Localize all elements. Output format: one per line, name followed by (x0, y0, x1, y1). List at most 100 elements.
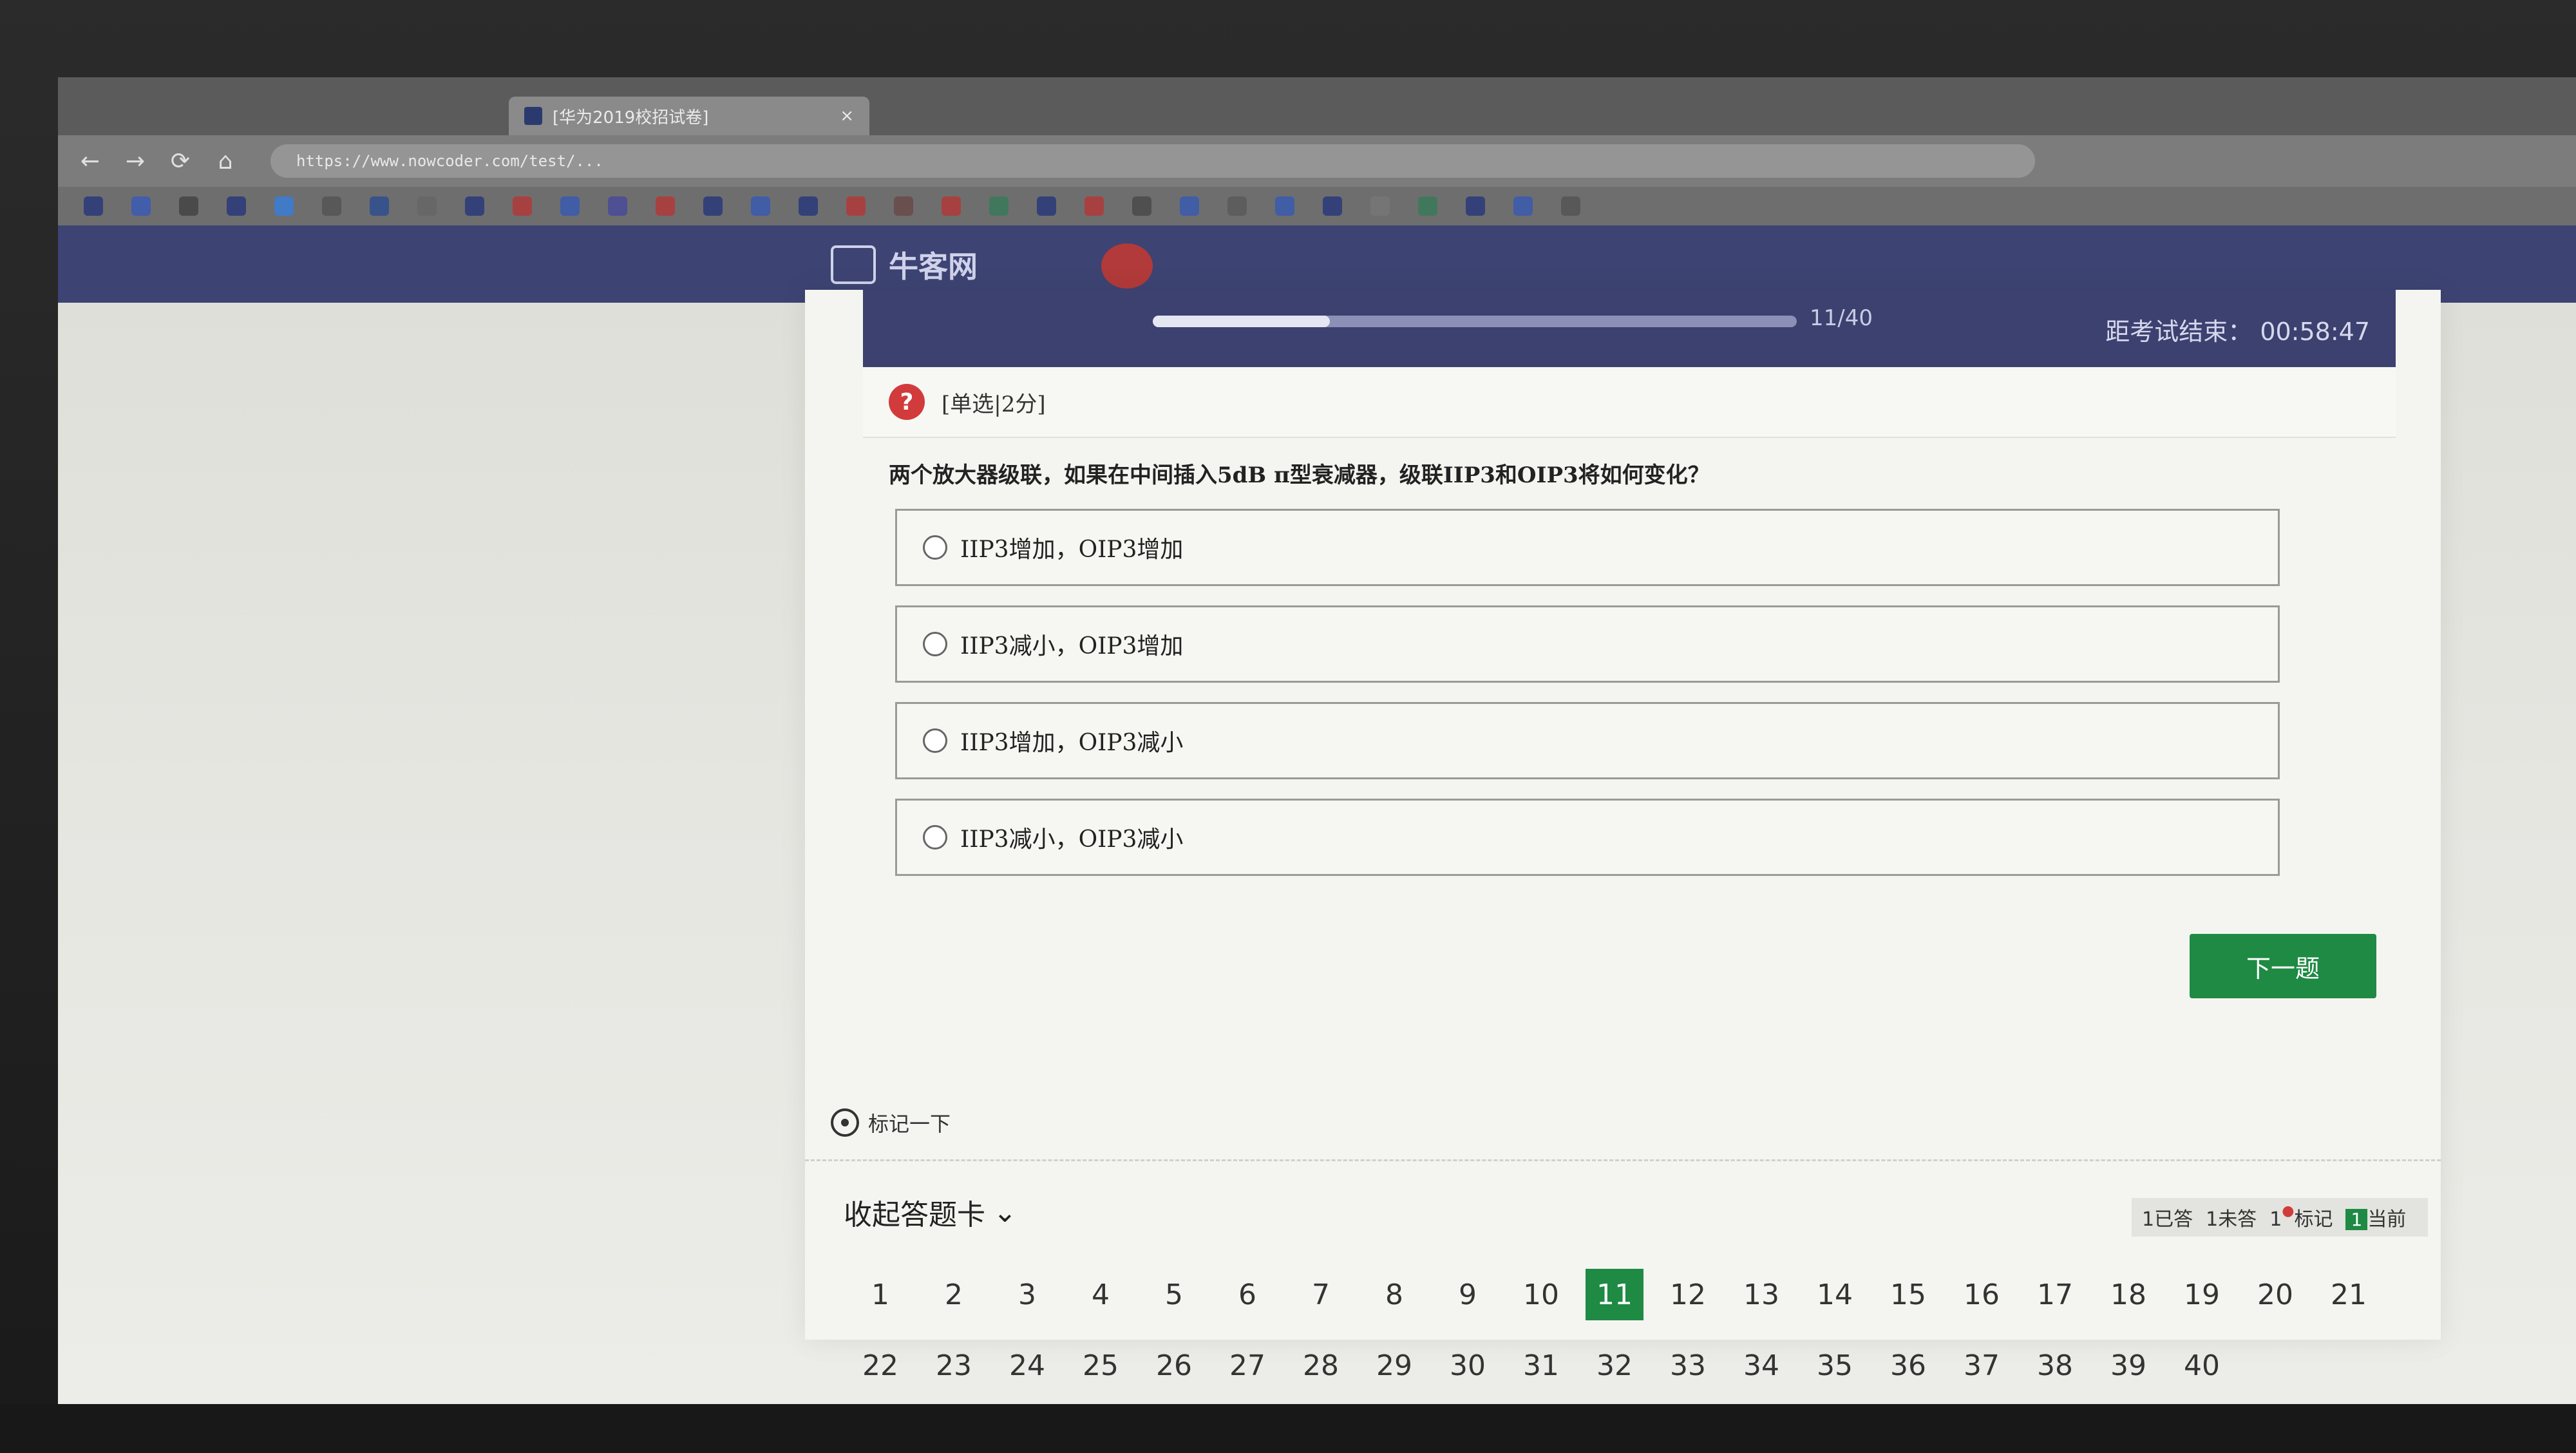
bookmark-icon[interactable] (179, 196, 198, 216)
bookmark-icon[interactable] (1084, 196, 1104, 216)
question-number-8[interactable]: 8 (1358, 1269, 1431, 1320)
bookmark-icon[interactable] (703, 196, 723, 216)
radio-button[interactable] (923, 535, 947, 560)
browser-tab[interactable]: [华为2019校招试卷] × (509, 97, 869, 135)
legend-marked: 1●标记 (2269, 1203, 2333, 1231)
question-number-6[interactable]: 6 (1211, 1269, 1284, 1320)
question-number-31[interactable]: 31 (1504, 1340, 1578, 1391)
bookmark-icon[interactable] (656, 196, 675, 216)
bookmark-icon[interactable] (1227, 196, 1247, 216)
timer-value: 00:58:47 (2260, 318, 2370, 346)
bookmark-icon[interactable] (608, 196, 627, 216)
option-d[interactable]: IIP3减小，OIP3减小 (895, 799, 2280, 876)
question-number-34[interactable]: 34 (1725, 1340, 1798, 1391)
bookmark-icon[interactable] (1466, 196, 1485, 216)
back-icon[interactable]: ← (77, 148, 103, 175)
bookmark-icon[interactable] (846, 196, 866, 216)
question-number-37[interactable]: 37 (1945, 1340, 2018, 1391)
question-number-12[interactable]: 12 (1651, 1269, 1725, 1320)
bookmark-icon[interactable] (322, 196, 341, 216)
question-number-3[interactable]: 3 (990, 1269, 1064, 1320)
bookmark-icon[interactable] (751, 196, 770, 216)
bookmark-icon[interactable] (560, 196, 580, 216)
url-field[interactable]: https://www.nowcoder.com/test/... (270, 144, 2035, 178)
question-number-32[interactable]: 32 (1578, 1340, 1651, 1391)
bookmark-icon[interactable] (84, 196, 103, 216)
reload-icon[interactable]: ⟳ (167, 148, 193, 175)
bookmark-icon[interactable] (513, 196, 532, 216)
bookmark-icon[interactable] (131, 196, 151, 216)
question-number-17[interactable]: 17 (2018, 1269, 2092, 1320)
option-c[interactable]: IIP3增加，OIP3减小 (895, 702, 2280, 779)
bookmark-icon[interactable] (1370, 196, 1390, 216)
bookmark-icon[interactable] (1418, 196, 1437, 216)
question-number-7[interactable]: 7 (1284, 1269, 1358, 1320)
question-number-40[interactable]: 40 (2165, 1340, 2239, 1391)
option-b[interactable]: IIP3减小，OIP3增加 (895, 605, 2280, 683)
option-a[interactable]: IIP3增加，OIP3增加 (895, 509, 2280, 586)
question-number-9[interactable]: 9 (1431, 1269, 1504, 1320)
logo-text: 牛客网 (889, 249, 978, 284)
bookmark-icon[interactable] (799, 196, 818, 216)
question-number-29[interactable]: 29 (1358, 1340, 1431, 1391)
bookmark-icon[interactable] (465, 196, 484, 216)
next-question-button[interactable]: 下一题 (2190, 934, 2376, 998)
question-number-22[interactable]: 22 (844, 1340, 917, 1391)
site-logo[interactable]: 牛客网 (831, 243, 978, 286)
radio-button[interactable] (923, 825, 947, 850)
option-label: IIP3增加，OIP3增加 (960, 537, 1184, 563)
question-number-26[interactable]: 26 (1137, 1340, 1211, 1391)
question-number-23[interactable]: 23 (917, 1340, 990, 1391)
close-tab-icon[interactable]: × (840, 106, 854, 126)
bookmark-icon[interactable] (1513, 196, 1533, 216)
question-number-27[interactable]: 27 (1211, 1340, 1284, 1391)
bookmark-icon[interactable] (370, 196, 389, 216)
bookmark-icon[interactable] (417, 196, 437, 216)
monitor-bezel: [华为2019校招试卷] × ← → ⟳ ⌂ https://www.nowco… (0, 0, 2576, 1453)
question-number-39[interactable]: 39 (2092, 1340, 2165, 1391)
bookmark-icon[interactable] (1275, 196, 1294, 216)
question-number-18[interactable]: 18 (2092, 1269, 2165, 1320)
bookmark-icon[interactable] (989, 196, 1009, 216)
question-number-2[interactable]: 2 (917, 1269, 990, 1320)
bookmark-icon[interactable] (1180, 196, 1199, 216)
radio-button[interactable] (923, 728, 947, 753)
collapse-answer-card-toggle[interactable]: 收起答题卡 ⌄ (844, 1192, 1017, 1233)
question-number-33[interactable]: 33 (1651, 1340, 1725, 1391)
radio-button[interactable] (923, 632, 947, 656)
question-number-19[interactable]: 19 (2165, 1269, 2239, 1320)
bookmark-icon[interactable] (1561, 196, 1580, 216)
question-number-5[interactable]: 5 (1137, 1269, 1211, 1320)
forward-icon[interactable]: → (122, 148, 148, 175)
home-icon[interactable]: ⌂ (213, 148, 238, 175)
countdown-timer: 距考试结束： 00:58:47 (2105, 312, 2370, 347)
question-number-38[interactable]: 38 (2018, 1340, 2092, 1391)
question-number-11[interactable]: 11 (1586, 1269, 1643, 1320)
question-number-36[interactable]: 36 (1871, 1340, 1945, 1391)
exam-card: 11/40 距考试结束： 00:58:47 ? [单选|2分] 两个放大器级联，… (805, 290, 2441, 1382)
bookmark-icon[interactable] (274, 196, 294, 216)
question-number-28[interactable]: 28 (1284, 1340, 1358, 1391)
question-number-16[interactable]: 16 (1945, 1269, 2018, 1320)
bookmark-icon[interactable] (227, 196, 246, 216)
question-number-35[interactable]: 35 (1798, 1340, 1871, 1391)
question-number-1[interactable]: 1 (844, 1269, 917, 1320)
question-number-20[interactable]: 20 (2239, 1269, 2312, 1320)
bookmark-icon[interactable] (942, 196, 961, 216)
question-number-15[interactable]: 15 (1871, 1269, 1945, 1320)
bookmark-icon[interactable] (894, 196, 913, 216)
question-number-10[interactable]: 10 (1504, 1269, 1578, 1320)
bookmark-icon[interactable] (1037, 196, 1056, 216)
question-number-13[interactable]: 13 (1725, 1269, 1798, 1320)
question-number-14[interactable]: 14 (1798, 1269, 1871, 1320)
mark-question-button[interactable]: 标记一下 (831, 1108, 951, 1137)
tab-title: [华为2019校招试卷] (553, 108, 709, 128)
question-number-30[interactable]: 30 (1431, 1340, 1504, 1391)
bookmark-icon[interactable] (1323, 196, 1342, 216)
question-number-4[interactable]: 4 (1064, 1269, 1137, 1320)
question-number-24[interactable]: 24 (990, 1340, 1064, 1391)
question-number-25[interactable]: 25 (1064, 1340, 1137, 1391)
bookmark-icon[interactable] (1132, 196, 1151, 216)
mark-icon (831, 1108, 859, 1137)
question-number-21[interactable]: 21 (2312, 1269, 2385, 1320)
